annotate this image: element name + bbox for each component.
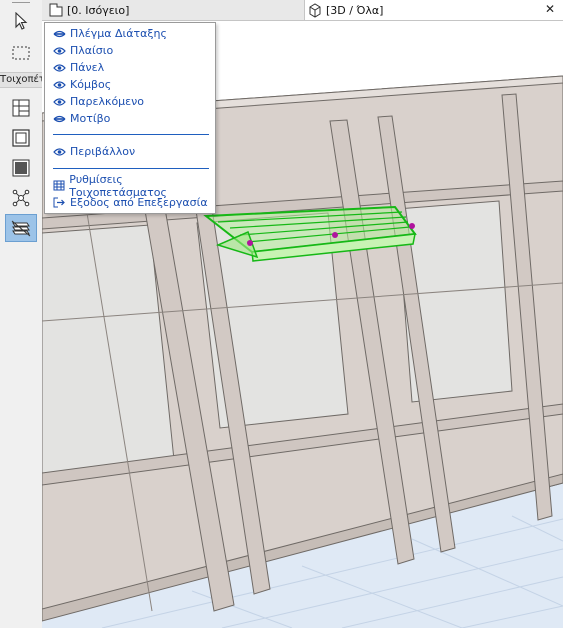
frame-tool[interactable]	[6, 125, 36, 151]
settings-grid-icon	[53, 180, 66, 192]
curtain-wall-context-menu: Πλέγμα Διάταξης Πλαίσιο Πάνελ Κόμβος Παρελκό…	[44, 22, 216, 214]
menu-item-visibility[interactable]: Πλέγμα Διάταξης	[45, 25, 215, 42]
frame-icon	[12, 129, 30, 147]
menu-item-visibility-label: Πλαίσιο	[70, 44, 114, 57]
menu-item-visibility[interactable]: Μοτίβο	[45, 110, 215, 127]
curtain-wall-grid-icon	[12, 99, 30, 117]
menu-item-visibility[interactable]: Πάνελ	[45, 59, 215, 76]
menu-item-settings[interactable]: Ρυθμίσεις Τοιχοπετάσματος	[45, 173, 215, 199]
menu-item-visibility-label: Παρελκόμενο	[70, 95, 144, 108]
junction-tool[interactable]	[6, 185, 36, 211]
tab-floor-plan[interactable]: [0. Ισόγειο]	[46, 0, 296, 20]
junction-icon	[12, 189, 30, 207]
marquee-tool[interactable]	[6, 40, 36, 66]
menu-item-visibility-label: Κόμβος	[70, 78, 112, 91]
tab-floor-plan-label: [0. Ισόγειο]	[67, 3, 130, 17]
menu-item-exit-edit-label: Εξοδος από Επεξεργασία	[70, 196, 208, 209]
eye-icon	[53, 45, 67, 57]
arrow-icon	[15, 12, 28, 30]
tab-bar: [0. Ισόγειο] [3D / Όλα] ✕	[42, 0, 563, 21]
accessory-icon	[11, 220, 31, 237]
arrow-tool[interactable]	[6, 8, 36, 34]
menu-item-exit-edit[interactable]: Εξοδος από Επεξεργασία	[45, 194, 215, 211]
menu-separator	[53, 134, 209, 135]
menu-item-visibility-label: Μοτίβο	[70, 112, 111, 125]
menu-item-visibility-label: Πάνελ	[70, 61, 105, 74]
toolbox-separator	[12, 2, 30, 3]
eye-icon	[53, 96, 67, 108]
curtain-wall-grid-tool[interactable]	[6, 95, 36, 121]
menu-item-visibility[interactable]: Παρελκόμενο	[45, 93, 215, 110]
marquee-icon	[12, 46, 30, 60]
3d-cube-icon	[309, 3, 321, 18]
eye-icon	[53, 146, 67, 158]
menu-item-boundary[interactable]: Περιβάλλον	[45, 143, 215, 160]
plan-icon	[49, 3, 63, 17]
menu-item-visibility[interactable]: Κόμβος	[45, 76, 215, 93]
eye-closed-icon	[53, 28, 67, 40]
eye-closed-icon	[53, 113, 67, 125]
panel-tool[interactable]	[6, 155, 36, 181]
exit-icon	[53, 197, 67, 209]
menu-item-visibility[interactable]: Πλαίσιο	[45, 42, 215, 59]
eye-icon	[53, 62, 67, 74]
menu-item-visibility-label: Πλέγμα Διάταξης	[70, 27, 167, 40]
toolbox-section-label: Τοιχοπέτασμα	[0, 72, 42, 88]
menu-item-boundary-label: Περιβάλλον	[70, 145, 136, 158]
accessory-tool[interactable]	[5, 214, 37, 242]
toolbox: Τοιχοπέτασμα	[0, 0, 54, 628]
eye-icon	[53, 79, 67, 91]
menu-separator	[53, 168, 209, 169]
tab-3d[interactable]: [3D / Όλα] ✕	[304, 0, 563, 20]
panel-icon	[12, 159, 30, 177]
close-icon[interactable]: ✕	[545, 2, 555, 16]
tab-3d-label: [3D / Όλα]	[326, 3, 384, 17]
